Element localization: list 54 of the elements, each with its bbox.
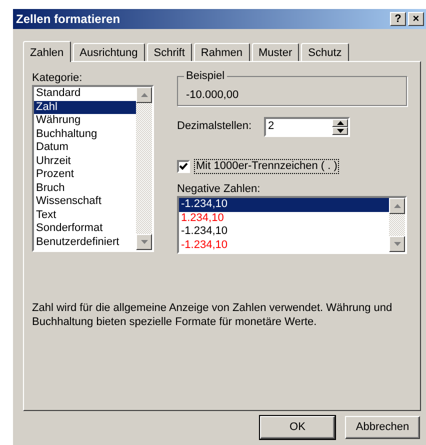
list-item[interactable]: Buchhaltung [34,128,136,141]
list-item[interactable]: Sonderformat [34,222,136,236]
list-item[interactable]: Zahl [34,100,136,114]
tab[interactable]: Rahmen [194,43,250,61]
description-text: Zahl wird für die allgemeine Anzeige von Zahlen verwendet. Währung und Buchhaltung bieten spezielle Formate für monetäre Werte. [32,301,394,330]
list-item[interactable]: Datum [34,141,136,154]
category-list[interactable]: Standard Zahl Währung Buchhaltung Datum Uhrzeit Prozent Bruch Wissenschaft Text Sonderformat Benutzerdefiniert [32,85,154,252]
checkmark-icon [179,162,188,172]
scrollbar[interactable] [136,87,152,250]
close-button[interactable]: × [408,12,424,26]
help-button[interactable]: ? [390,12,406,26]
negative-numbers-list[interactable]: -1.234,10 1.234,10 -1.234,10 -1.234,10 [177,196,407,254]
tab[interactable]: Zahlen [23,41,71,62]
scroll-up-button[interactable] [136,87,152,103]
ok-button[interactable]: OK [260,416,335,439]
down-arrow-icon [394,242,400,246]
up-arrow-icon [140,93,148,97]
tab[interactable]: Schrift [146,43,192,61]
down-arrow-icon [140,240,148,244]
tab[interactable]: Schutz [301,43,349,61]
up-arrow-icon [394,204,400,208]
checkbox-label[interactable]: Mit 1000er-Trennzeichen ( . ) [194,159,340,174]
window-title: Zellen formatieren [16,12,120,26]
down-arrow-icon [336,129,344,133]
decimal-places-label: Dezimalstellen: [177,120,253,134]
list-item[interactable]: Uhrzeit [34,154,136,168]
list-item[interactable]: Standard [34,87,136,100]
list-item[interactable]: 1.234,10 [179,212,389,226]
category-label: Kategorie: [32,72,84,85]
scrollbar[interactable] [389,198,405,252]
negative-numbers-label: Negative Zahlen: [177,183,262,196]
list-item[interactable]: -1.234,10 [179,238,389,252]
list-item[interactable]: Benutzerdefiniert [34,236,136,249]
list-item[interactable]: -1.234,10 [179,198,389,212]
scroll-up-button[interactable] [389,198,405,214]
scroll-down-button[interactable] [389,236,405,252]
list-item[interactable]: Wissenschaft [34,195,136,208]
list-item[interactable]: Bruch [34,182,136,195]
list-item[interactable]: -1.234,10 [179,225,389,239]
checkbox[interactable] [177,160,190,174]
sample-value: -10.000,00 [186,89,239,101]
list-item[interactable]: Text [34,208,136,222]
scroll-down-button[interactable] [136,234,152,250]
spin-down-button[interactable] [332,127,348,135]
spinner-value: 2 [267,119,276,134]
sample-label: Beispiel [184,70,227,84]
tab[interactable]: Muster [252,43,300,61]
tab[interactable]: Ausrichtung [72,43,145,61]
cancel-button[interactable]: Abbrechen [345,416,420,439]
list-item[interactable]: Prozent [34,168,136,182]
list-item[interactable]: Währung [34,114,136,128]
decimal-places-spinner[interactable]: 2 [264,117,350,137]
up-arrow-icon [336,121,344,125]
spin-up-button[interactable] [332,119,348,127]
